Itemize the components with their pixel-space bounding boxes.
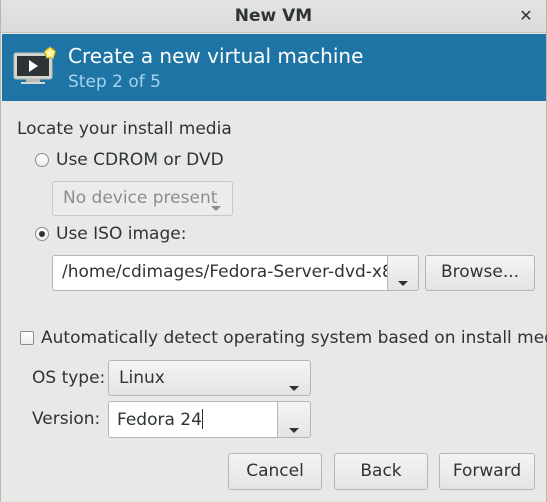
version-value: Fedora 24 (117, 410, 202, 430)
cdrom-device-value: No device present (63, 188, 218, 208)
auto-detect-label[interactable]: Automatically detect operating system ba… (41, 328, 547, 348)
chevron-down-icon (289, 376, 299, 396)
forward-button[interactable]: Forward (439, 453, 535, 490)
window-title: New VM (234, 6, 313, 26)
install-media-heading: Locate your install media (17, 119, 232, 139)
virtual-machine-icon (13, 46, 56, 84)
cdrom-radio[interactable] (35, 153, 49, 167)
iso-radio-label[interactable]: Use ISO image: (56, 224, 186, 244)
os-type-value: Linux (119, 368, 165, 388)
iso-path-input[interactable]: /home/cdimages/Fedora-Server-dvd-x8 (52, 255, 388, 291)
cancel-button[interactable]: Cancel (228, 453, 322, 490)
version-dropdown-button[interactable] (277, 401, 311, 438)
chevron-down-icon (398, 271, 408, 291)
cdrom-device-dropdown[interactable]: No device present (52, 181, 233, 216)
chevron-down-icon (211, 196, 221, 216)
banner-step: Step 2 of 5 (68, 72, 161, 92)
os-type-label: OS type: (32, 368, 106, 388)
text-cursor (201, 409, 203, 429)
version-label: Version: (32, 409, 101, 429)
iso-path-value: /home/cdimages/Fedora-Server-dvd-x8 (62, 262, 388, 282)
new-vm-dialog: New VM ✕ Create a new virtual machine St… (0, 0, 547, 502)
chevron-down-icon (289, 418, 299, 438)
titlebar: New VM ✕ (1, 0, 546, 33)
auto-detect-checkbox[interactable] (20, 331, 34, 345)
os-type-dropdown[interactable]: Linux (108, 360, 311, 396)
back-button[interactable]: Back (334, 453, 428, 490)
cdrom-radio-label[interactable]: Use CDROM or DVD (56, 150, 224, 170)
wizard-banner: Create a new virtual machine Step 2 of 5 (2, 34, 546, 101)
version-input[interactable]: Fedora 24 (108, 401, 278, 438)
close-icon[interactable]: ✕ (516, 5, 536, 27)
iso-path-dropdown-button[interactable] (387, 255, 419, 291)
browse-button[interactable]: Browse... (425, 255, 535, 291)
banner-title: Create a new virtual machine (68, 44, 364, 68)
iso-radio[interactable] (35, 227, 49, 241)
